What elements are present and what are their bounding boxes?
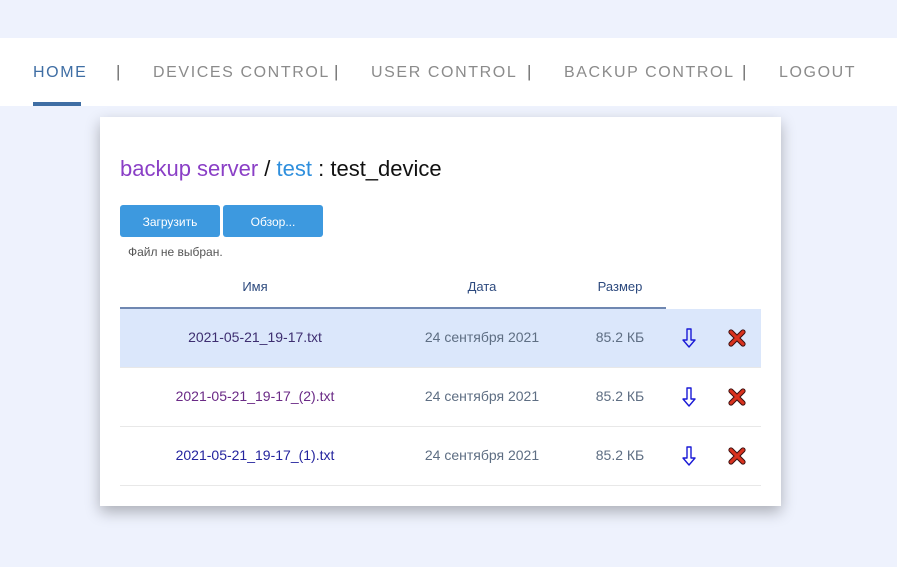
nav-separator: |: [527, 62, 532, 81]
column-header-size: Размер: [597, 279, 643, 294]
file-date: 24 сентября 2021: [424, 388, 540, 404]
nav-backup-control[interactable]: BACKUP CONTROL: [564, 64, 735, 82]
file-name-link[interactable]: 2021-05-21_19-17.txt: [120, 329, 390, 345]
download-arrow-icon[interactable]: [678, 386, 700, 408]
table-row[interactable]: 2021-05-21_19-17_(1).txt 24 сентября 202…: [120, 427, 761, 486]
backup-files-card: backup server / test : test_device Загру…: [100, 117, 781, 506]
delete-x-icon[interactable]: [726, 386, 748, 408]
title-device: test_device: [330, 156, 442, 181]
file-size: 85.2 КБ: [595, 388, 645, 404]
table-row[interactable]: 2021-05-21_19-17_(2).txt 24 сентября 202…: [120, 368, 761, 427]
title-server-link[interactable]: backup server: [120, 156, 258, 181]
nav-devices-control[interactable]: DEVICES CONTROL: [153, 64, 330, 82]
table-row[interactable]: 2021-05-21_19-17.txt 24 сентября 2021 85…: [120, 309, 761, 368]
file-name-link[interactable]: 2021-05-21_19-17_(1).txt: [120, 447, 390, 463]
title-separator: /: [258, 156, 277, 181]
nav-logout[interactable]: LOGOUT: [779, 64, 856, 82]
nav-active-indicator: [33, 102, 81, 106]
delete-x-icon[interactable]: [726, 445, 748, 467]
download-arrow-icon[interactable]: [678, 327, 700, 349]
nav-separator: |: [116, 62, 121, 81]
download-arrow-icon[interactable]: [678, 445, 700, 467]
file-date: 24 сентября 2021: [424, 329, 540, 345]
nav-home[interactable]: HOME: [33, 64, 87, 82]
browse-button[interactable]: Обзор...: [223, 205, 323, 237]
file-name-link[interactable]: 2021-05-21_19-17_(2).txt: [120, 388, 390, 404]
title-device-separator: :: [312, 156, 331, 181]
upload-button[interactable]: Загрузить: [120, 205, 220, 237]
column-header-name: Имя: [242, 279, 268, 294]
delete-x-icon[interactable]: [726, 327, 748, 349]
file-size: 85.2 КБ: [595, 447, 645, 463]
file-size: 85.2 КБ: [595, 329, 645, 345]
nav-separator: |: [334, 62, 339, 81]
file-date: 24 сентября 2021: [424, 447, 540, 463]
title-user-link[interactable]: test: [277, 156, 312, 181]
column-header-date: Дата: [467, 279, 497, 294]
file-status-text: Файл не выбран.: [128, 245, 223, 259]
page-title: backup server / test : test_device: [120, 156, 442, 182]
nav-separator: |: [742, 62, 747, 81]
top-navbar: HOME | DEVICES CONTROL | USER CONTROL | …: [0, 38, 897, 106]
nav-user-control[interactable]: USER CONTROL: [371, 64, 517, 82]
